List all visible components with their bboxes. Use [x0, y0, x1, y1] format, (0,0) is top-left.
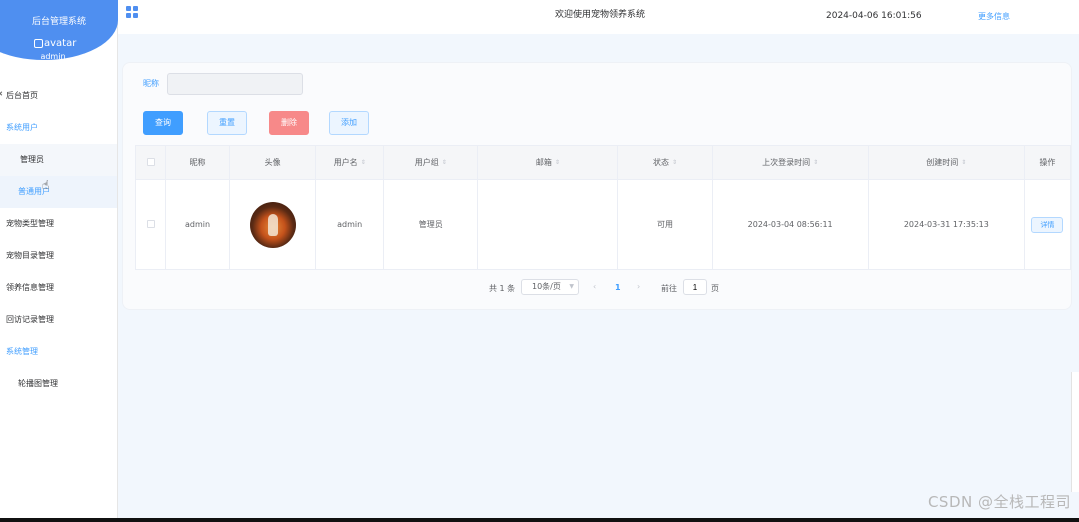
sidebar-item-normal-users[interactable]: 普通用户: [0, 176, 117, 208]
add-button[interactable]: 添加: [329, 111, 369, 135]
datetime-display: 2024-04-06 16:01:56: [826, 11, 922, 21]
delete-button[interactable]: 删除: [269, 111, 309, 135]
sort-icon[interactable]: ⇕: [961, 159, 966, 166]
avatar-alt-text: avatar: [44, 38, 77, 49]
page-size-select[interactable]: 10条/页 ▼: [521, 279, 579, 295]
cell-username: admin: [315, 179, 385, 270]
select-all-header[interactable]: [135, 145, 167, 180]
cell-last-login: 2024-03-04 08:56:11: [712, 179, 869, 270]
sidebar-item-label: 回访记录管理: [6, 315, 54, 324]
cell-created: 2024-03-31 17:35:13: [868, 179, 1025, 270]
chevron-down-icon: ▼: [569, 283, 574, 290]
watermark-text: CSDN @全栈工程司: [927, 493, 1071, 511]
table-header-row: 昵称 头像 用户名 ⇕ 用户组 ⇕ 邮箱 ⇕ 状态 ⇕ 上次登录时间 ⇕ 创建时间 ⇕ 操作: [135, 145, 1072, 180]
cell-group: 管理员: [383, 179, 479, 270]
sidebar: 后台管理系统 avatar admin 后台首页 系统用户 管理员 普通用户 宠…: [0, 0, 118, 518]
column-header-sortable[interactable]: 创建时间 ⇕: [868, 145, 1025, 180]
cell-avatar: [229, 179, 317, 270]
row-checkbox[interactable]: [146, 219, 155, 228]
cell-email: [477, 179, 619, 270]
column-header-sortable[interactable]: 邮箱 ⇕: [477, 145, 619, 180]
reset-button[interactable]: 重置: [207, 111, 247, 135]
broken-image-icon: [34, 39, 43, 48]
pet-avatar-image: [249, 201, 296, 248]
sort-icon[interactable]: ⇕: [813, 159, 818, 166]
sidebar-item-adoption-info[interactable]: 领养信息管理: [0, 272, 117, 304]
detail-button[interactable]: 详情: [1031, 216, 1064, 233]
welcome-text: 欢迎使用宠物领养系统: [555, 10, 646, 20]
sidebar-item-admins[interactable]: 管理员: [0, 144, 117, 176]
cell-actions: 详情: [1024, 179, 1072, 270]
sort-icon[interactable]: ⇕: [361, 159, 366, 166]
page-number-current[interactable]: 1: [615, 283, 621, 292]
sidebar-item-label: 系统用户: [6, 123, 38, 132]
pagination-total: 共 1 条: [489, 284, 516, 293]
menu-toggle-icon[interactable]: [126, 6, 138, 18]
sidebar-item-label: 宠物目录管理: [6, 251, 54, 260]
column-header-sortable[interactable]: 上次登录时间 ⇕: [712, 145, 869, 180]
column-header: 操作: [1024, 145, 1072, 180]
column-header-sortable[interactable]: 状态 ⇕: [617, 145, 713, 180]
sidebar-username: admin: [40, 52, 66, 61]
sort-icon[interactable]: ⇕: [555, 159, 560, 166]
chevron-icon: [0, 91, 4, 96]
sidebar-item-home[interactable]: 后台首页: [0, 80, 117, 112]
sidebar-item-label: 宠物类型管理: [6, 219, 54, 228]
sidebar-item-label: 领养信息管理: [6, 283, 54, 292]
sidebar-group-system-admin[interactable]: 系统管理: [0, 336, 117, 368]
column-header-sortable[interactable]: 用户组 ⇕: [383, 145, 479, 180]
sidebar-item-pet-types[interactable]: 宠物类型管理: [0, 208, 117, 240]
pagination: 共 1 条 10条/页 ▼ ‹ 1 › 前往 页: [123, 279, 1073, 299]
query-button[interactable]: 查询: [143, 111, 183, 135]
brand-header: [0, 0, 118, 60]
users-table: 昵称 头像 用户名 ⇕ 用户组 ⇕ 邮箱 ⇕ 状态 ⇕ 上次登录时间 ⇕ 创建时间 ⇕ 操作…: [135, 145, 1072, 270]
sidebar-item-carousel[interactable]: 轮播图管理: [0, 368, 117, 400]
hand-cursor-icon: ☝: [42, 178, 50, 192]
select-all-checkbox[interactable]: [146, 157, 155, 166]
sidebar-item-label: 轮播图管理: [18, 379, 58, 388]
more-info-link[interactable]: 更多信息: [978, 11, 1010, 22]
sort-icon[interactable]: ⇕: [442, 159, 447, 166]
column-header: 昵称: [165, 145, 231, 180]
sidebar-item-label: 管理员: [20, 155, 44, 164]
prev-page-button[interactable]: ‹: [593, 282, 596, 291]
sidebar-item-label: 后台首页: [6, 91, 38, 100]
cell-status: 可用: [617, 179, 713, 270]
goto-label: 前往: [661, 284, 677, 293]
sidebar-menu: 后台首页 系统用户 管理员 普通用户 宠物类型管理 宠物目录管理 领养信息管理 …: [0, 80, 117, 400]
sidebar-item-visit-records[interactable]: 回访记录管理: [0, 304, 117, 336]
page-unit-label: 页: [711, 284, 719, 293]
goto-page-input[interactable]: [683, 279, 707, 295]
scrollbar[interactable]: [1071, 372, 1079, 492]
sidebar-item-pet-catalog[interactable]: 宠物目录管理: [0, 240, 117, 272]
sidebar-item-label: 系统管理: [6, 347, 38, 356]
row-select-cell[interactable]: [135, 179, 167, 270]
next-page-button[interactable]: ›: [637, 282, 640, 291]
sort-icon[interactable]: ⇕: [672, 159, 677, 166]
search-label: 昵称: [143, 79, 159, 88]
cell-nickname: admin: [165, 179, 231, 270]
table-row: admin admin 管理员 可用 2024-03-04 08:56:11 2…: [135, 179, 1072, 270]
column-header-sortable[interactable]: 用户名 ⇕: [315, 145, 385, 180]
avatar: avatar: [34, 38, 76, 49]
brand-title: 后台管理系统: [31, 17, 86, 27]
main-content: 昵称 查询 重置 删除 添加 昵称 头像 用户名 ⇕ 用户组 ⇕ 邮箱 ⇕ 状态 ⇕ 上…: [118, 34, 1079, 518]
bottom-edge: [0, 518, 1079, 522]
column-header: 头像: [229, 145, 317, 180]
user-list-card: 昵称 查询 重置 删除 添加 昵称 头像 用户名 ⇕ 用户组 ⇕ 邮箱 ⇕ 状态 ⇕ 上…: [122, 62, 1072, 310]
sidebar-group-system-users[interactable]: 系统用户: [0, 112, 117, 144]
nickname-search-input[interactable]: [167, 73, 303, 95]
